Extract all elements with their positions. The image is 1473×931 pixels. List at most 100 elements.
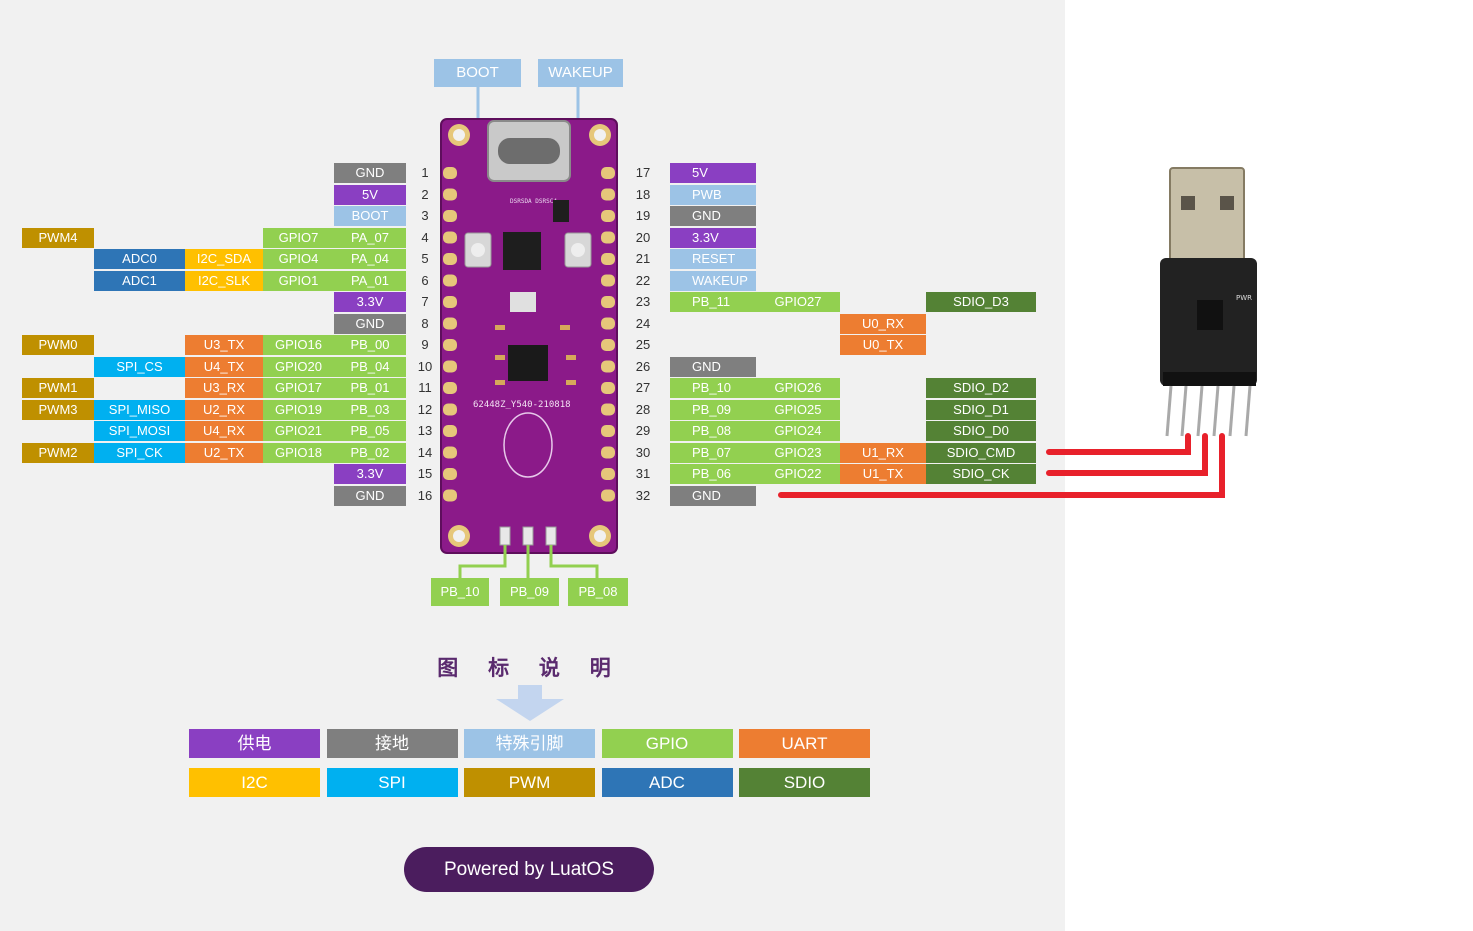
header-pin bbox=[1196, 385, 1204, 437]
right-pin-gpio-label: GPIO22 bbox=[756, 464, 840, 484]
right-pin-uart-label: U0_RX bbox=[840, 313, 926, 334]
mount-hole bbox=[594, 129, 606, 141]
right-pin-gpio-label: GPIO26 bbox=[756, 378, 840, 398]
led bbox=[545, 526, 557, 546]
pin-header-body bbox=[1163, 372, 1256, 386]
pad-right bbox=[601, 188, 615, 201]
pad-left bbox=[443, 167, 457, 179]
regulator-chip bbox=[503, 232, 541, 270]
left-pin-pwm-label: PWM4 bbox=[22, 227, 94, 248]
left-pin-gpio-label: GPIO7 bbox=[263, 227, 334, 248]
left-pin-spi-label: SPI_MISO bbox=[94, 399, 185, 420]
bottom-pad-pb10: PB_10 bbox=[431, 578, 489, 606]
pin-number: 16 bbox=[417, 487, 433, 503]
left-pin-gpio-label: GPIO18 bbox=[263, 442, 334, 463]
pin-number: 11 bbox=[418, 380, 432, 395]
right-pin-pin-label: 3.3V bbox=[670, 227, 756, 248]
tactile-button-cap bbox=[471, 243, 485, 257]
left-pin-pin-label: BOOT bbox=[334, 206, 406, 226]
right-pin-pin-label: GND bbox=[670, 206, 756, 226]
right-pin-gpio-label: GPIO24 bbox=[756, 421, 840, 441]
right-pin-pin-label: PB_06 bbox=[670, 464, 756, 484]
pad-right bbox=[601, 403, 615, 416]
left-pin-pin-label: GND bbox=[334, 163, 406, 183]
pin-number: 28 bbox=[635, 401, 651, 417]
left-pin-pin-label: PA_01 bbox=[334, 270, 406, 291]
left-pin-gpio-label: GPIO4 bbox=[263, 249, 334, 269]
right-pin-sdio-label: SDIO_CK bbox=[926, 464, 1036, 484]
right-pin-sdio-label: SDIO_D1 bbox=[926, 399, 1036, 420]
legend-arrow-stem bbox=[518, 685, 542, 699]
mcu-chip bbox=[508, 345, 548, 381]
legend-arrow-head bbox=[496, 699, 564, 721]
pad-left bbox=[443, 296, 457, 308]
pin-number: 18 bbox=[635, 186, 651, 202]
pin-number: 8 bbox=[421, 315, 429, 331]
legend-item-gpio: GPIO bbox=[601, 729, 733, 758]
silk-board-text: 62448Z_Y540-210818 bbox=[473, 400, 571, 410]
pad-left bbox=[443, 317, 457, 330]
smd-component bbox=[560, 325, 570, 330]
crystal bbox=[510, 292, 536, 312]
right-pin-pin-label: GND bbox=[670, 356, 756, 377]
left-pin-uart-label: U2_TX bbox=[185, 442, 263, 463]
powered-by-badge: Powered by LuatOS bbox=[404, 847, 654, 892]
pin-number: 29 bbox=[635, 423, 651, 438]
mount-hole bbox=[594, 530, 606, 542]
pin-number: 27 bbox=[635, 380, 651, 395]
pin-number: 6 bbox=[421, 272, 429, 288]
pin-number: 10 bbox=[417, 358, 433, 374]
pad-left bbox=[443, 468, 457, 480]
pad-left bbox=[443, 231, 457, 244]
pin-number: 21 bbox=[635, 251, 651, 266]
left-pin-uart-label: U4_TX bbox=[185, 356, 263, 377]
pin-number: 12 bbox=[417, 401, 433, 417]
left-pin-pin-label: 5V bbox=[334, 184, 406, 205]
pin-number: 20 bbox=[635, 229, 651, 245]
left-pin-pwm-label: PWM1 bbox=[22, 378, 94, 398]
right-pin-pin-label: PB_09 bbox=[670, 399, 756, 420]
left-pin-gpio-label: GPIO20 bbox=[263, 356, 334, 377]
bottom-pad-pb09: PB_09 bbox=[500, 578, 559, 606]
pin-number: 32 bbox=[635, 487, 651, 503]
legend-item-special: 特殊引脚 bbox=[464, 729, 595, 758]
pin-number: 14 bbox=[417, 444, 433, 460]
pad-right bbox=[601, 274, 615, 287]
right-pin-sdio-label: SDIO_CMD bbox=[926, 442, 1036, 463]
right-pin-pin-label: PB_11 bbox=[670, 292, 756, 312]
pad-right bbox=[601, 317, 615, 330]
right-pin-sdio-label: SDIO_D3 bbox=[926, 292, 1036, 312]
legend-item-adc: ADC bbox=[601, 768, 733, 797]
left-pin-i2c-label: I2C_SDA bbox=[185, 249, 263, 269]
header-pin bbox=[1244, 385, 1252, 437]
wire-sdio-cmd bbox=[1046, 433, 1191, 455]
pin-number: 30 bbox=[635, 444, 651, 460]
pin-number: 1 bbox=[421, 165, 429, 180]
left-pin-pin-label: PB_03 bbox=[334, 399, 406, 420]
legend-item-sdio: SDIO bbox=[739, 768, 870, 797]
right-pin-pin-label: RESET bbox=[670, 249, 756, 269]
left-pin-spi-label: SPI_CK bbox=[94, 442, 185, 463]
left-pin-gpio-label: GPIO1 bbox=[263, 270, 334, 291]
smd-component bbox=[566, 355, 576, 360]
pad-left bbox=[443, 210, 457, 222]
smd-component bbox=[495, 355, 505, 360]
pcb-board bbox=[441, 119, 617, 553]
left-pin-pin-label: PB_01 bbox=[334, 378, 406, 398]
pad-right bbox=[601, 210, 615, 222]
pad-right bbox=[601, 360, 615, 373]
pad-left bbox=[443, 403, 457, 416]
header-pin bbox=[1165, 385, 1173, 437]
left-pin-pin-label: 3.3V bbox=[334, 292, 406, 312]
left-pin-pin-label: 3.3V bbox=[334, 464, 406, 484]
pin-number: 19 bbox=[635, 208, 651, 223]
pin-number: 25 bbox=[635, 337, 651, 352]
pad-right bbox=[601, 167, 615, 179]
pad-right bbox=[601, 253, 615, 265]
legend-title: 图 标 说 明 bbox=[437, 657, 623, 680]
left-pin-uart-label: U3_TX bbox=[185, 335, 263, 355]
pad-right bbox=[601, 425, 615, 437]
legend-item-spi: SPI bbox=[326, 768, 458, 797]
pad-right bbox=[601, 446, 615, 459]
pin-number: 26 bbox=[635, 358, 651, 374]
